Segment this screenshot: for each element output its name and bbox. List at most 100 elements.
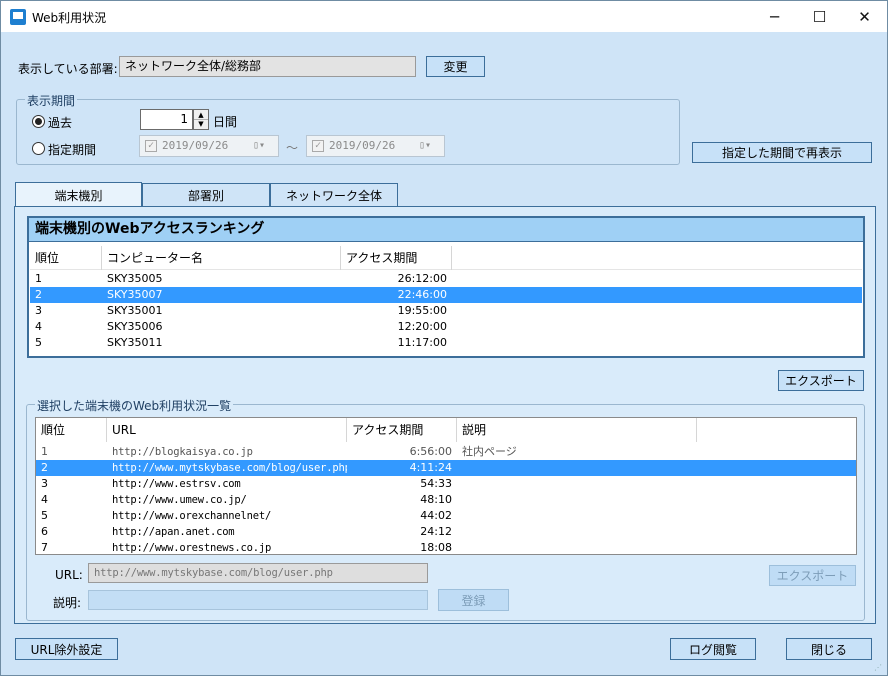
description-cell: 社内ページ	[462, 445, 517, 458]
access-time-cell: 12:20:00	[397, 320, 447, 333]
resize-grip-icon[interactable]: ⋰	[874, 663, 884, 673]
spin-down-icon[interactable]: ▼	[194, 120, 208, 129]
table-row-selected[interactable]: 2 http://www.mytskybase.com/blog/user.ph…	[36, 460, 856, 476]
register-button[interactable]: 登録	[438, 589, 509, 611]
rank-cell: 3	[41, 477, 48, 490]
minimize-button[interactable]: ─	[752, 1, 797, 32]
to-date-picker[interactable]: ✓ 2019/09/26 ▯▾	[306, 135, 445, 157]
redisplay-button[interactable]: 指定した期間で再表示	[692, 142, 872, 163]
column-header[interactable]: アクセス期間	[341, 246, 452, 270]
url-label: URL:	[55, 568, 83, 582]
url-cell: http://www.orestnews.co.jp	[112, 542, 272, 554]
access-time-cell: 24:12	[420, 525, 452, 538]
tab-panel: 端末機別のWebアクセスランキング 順位 コンピューター名 アクセス期間 1 S…	[14, 206, 876, 624]
maximize-button[interactable]: ☐	[797, 1, 842, 32]
calendar-dropdown-icon[interactable]: ▯▾	[419, 136, 431, 156]
close-button[interactable]: 閉じる	[786, 638, 872, 660]
range-radio[interactable]	[32, 142, 45, 155]
url-exclude-settings-button[interactable]: URL除外設定	[15, 638, 118, 660]
computer-name-cell: SKY35007	[107, 288, 163, 301]
table-row[interactable]: 1 SKY35005 26:12:00	[30, 271, 862, 287]
rank-cell: 6	[41, 525, 48, 538]
app-icon	[10, 9, 26, 25]
days-unit-label: 日間	[213, 115, 238, 129]
to-date-value: 2019/09/26	[329, 139, 396, 152]
ranking-section: 端末機別のWebアクセスランキング 順位 コンピューター名 アクセス期間 1 S…	[27, 216, 865, 358]
access-time-cell: 4:11:24	[409, 461, 452, 474]
ranking-table-header: 順位 コンピューター名 アクセス期間	[30, 246, 862, 270]
ranking-header: 端末機別のWebアクセスランキング	[29, 218, 863, 242]
rank-cell: 5	[35, 336, 42, 349]
spin-up-icon[interactable]: ▲	[194, 110, 208, 120]
table-row[interactable]: 7 http://www.orestnews.co.jp 18:08	[36, 540, 856, 554]
period-group-title: 表示期間	[25, 92, 78, 109]
past-radio[interactable]	[32, 115, 45, 128]
date-range-tilde: ～	[286, 141, 299, 155]
detail-table[interactable]: 順位 URL アクセス期間 説明 1 http://blogkaisya.co.…	[35, 417, 857, 555]
table-row[interactable]: 5 SKY35011 11:17:00	[30, 335, 862, 351]
ranking-table[interactable]: 順位 コンピューター名 アクセス期間 1 SKY35005 26:12:00 2…	[30, 246, 862, 356]
rank-cell: 4	[41, 493, 48, 506]
column-header[interactable]: 順位	[36, 418, 107, 442]
url-cell: http://www.umew.co.jp/	[112, 494, 247, 506]
calendar-dropdown-icon[interactable]: ▯▾	[253, 136, 265, 156]
access-time-cell: 26:12:00	[397, 272, 447, 285]
view-log-button[interactable]: ログ閲覧	[670, 638, 756, 660]
rank-cell: 2	[41, 461, 48, 474]
rank-cell: 1	[35, 272, 42, 285]
access-time-cell: 18:08	[420, 541, 452, 554]
rank-cell: 3	[35, 304, 42, 317]
table-row-selected[interactable]: 2 SKY35007 22:46:00	[30, 287, 862, 303]
url-cell: http://blogkaisya.co.jp	[112, 446, 253, 458]
column-header[interactable]: アクセス期間	[347, 418, 457, 442]
rank-cell: 7	[41, 541, 48, 554]
description-cell	[457, 524, 697, 540]
column-header[interactable]: コンピューター名	[102, 246, 341, 270]
from-date-checkbox[interactable]: ✓	[145, 140, 157, 152]
description-cell	[457, 460, 697, 476]
to-date-checkbox[interactable]: ✓	[312, 140, 324, 152]
detail-group-title: 選択した端末機のWeb利用状況一覧	[35, 397, 234, 414]
column-header[interactable]: 順位	[30, 246, 102, 270]
from-date-value: 2019/09/26	[162, 139, 229, 152]
table-row[interactable]: 5 http://www.orexchannelnet/ 44:02	[36, 508, 856, 524]
description-field[interactable]	[88, 590, 428, 610]
detail-table-header: 順位 URL アクセス期間 説明	[36, 418, 856, 442]
days-input[interactable]: 1	[140, 109, 193, 130]
ranking-export-button[interactable]: エクスポート	[778, 370, 864, 391]
tab-terminal[interactable]: 端末機別	[15, 182, 142, 208]
access-time-cell: 48:10	[420, 493, 452, 506]
window: Web利用状況 ─ ☐ ✕ 表示している部署: ネットワーク全体/総務部 変更 …	[0, 0, 888, 676]
url-field[interactable]: http://www.mytskybase.com/blog/user.php	[88, 563, 428, 583]
column-header[interactable]: 説明	[457, 418, 697, 442]
close-window-button[interactable]: ✕	[842, 1, 887, 32]
table-row[interactable]: 4 SKY35006 12:20:00	[30, 319, 862, 335]
description-cell	[457, 508, 697, 524]
table-row[interactable]: 4 http://www.umew.co.jp/ 48:10	[36, 492, 856, 508]
change-department-button[interactable]: 変更	[426, 56, 485, 77]
tab-network[interactable]: ネットワーク全体	[270, 183, 398, 207]
tab-department[interactable]: 部署別	[142, 183, 270, 207]
detail-export-button[interactable]: エクスポート	[769, 565, 856, 586]
column-header[interactable]: URL	[107, 418, 347, 442]
from-date-picker[interactable]: ✓ 2019/09/26 ▯▾	[139, 135, 279, 157]
rank-cell: 5	[41, 509, 48, 522]
description-cell	[457, 476, 697, 492]
description-cell	[457, 540, 697, 554]
range-label: 指定期間	[48, 143, 97, 157]
access-time-cell: 11:17:00	[397, 336, 447, 349]
days-spinner[interactable]: ▲ ▼	[193, 109, 209, 130]
computer-name-cell: SKY35001	[107, 304, 163, 317]
department-label: 表示している部署:	[18, 62, 118, 76]
access-time-cell: 54:33	[420, 477, 452, 490]
computer-name-cell: SKY35005	[107, 272, 163, 285]
description-label: 説明:	[53, 596, 82, 610]
url-cell: http://apan.anet.com	[112, 526, 235, 538]
access-time-cell: 6:56:00	[409, 445, 452, 458]
table-row[interactable]: 6 http://apan.anet.com 24:12	[36, 524, 856, 540]
computer-name-cell: SKY35011	[107, 336, 163, 349]
table-row[interactable]: 1 http://blogkaisya.co.jp 6:56:00 社内ページ	[36, 444, 856, 460]
table-row[interactable]: 3 SKY35001 19:55:00	[30, 303, 862, 319]
url-cell: http://www.mytskybase.com/blog/user.php	[112, 462, 347, 474]
table-row[interactable]: 3 http://www.estrsv.com 54:33	[36, 476, 856, 492]
